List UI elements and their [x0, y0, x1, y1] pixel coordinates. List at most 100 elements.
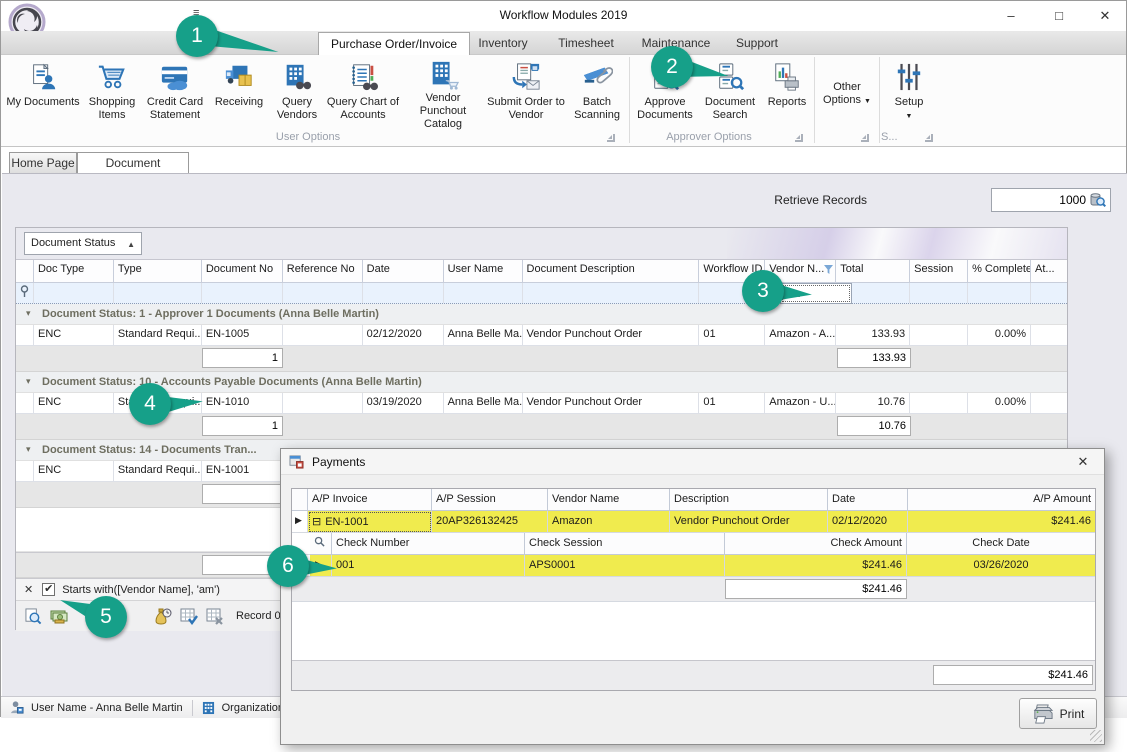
invoice-row-en-1001[interactable]: ▶ ⊟EN-1001 20AP326132425 Amazon Vendor P… — [292, 511, 1095, 533]
receiving-button[interactable]: Receiving — [209, 57, 269, 129]
group-total-box: 10.76 — [837, 416, 911, 436]
checks-header-row: Check Number Check Session Check Amount … — [292, 533, 1095, 555]
credit-card-statement-button[interactable]: Credit Card Statement — [141, 57, 209, 129]
col-vendor-name[interactable]: Vendor Name — [548, 489, 670, 511]
dialog-launcher-icon[interactable] — [861, 134, 869, 142]
col-doc-type[interactable]: Doc Type — [34, 260, 114, 283]
grid-check-icon[interactable] — [178, 606, 200, 626]
retrieve-records-field — [991, 188, 1111, 212]
credit-card-icon — [159, 60, 191, 94]
tab-inventory[interactable]: Inventory — [471, 32, 535, 55]
grid-x-icon[interactable] — [204, 606, 226, 626]
group-footer-status-1: 1 133.93 — [16, 346, 1067, 372]
retrieve-records-label: Retrieve Records — [774, 193, 867, 207]
filter-enabled-checkbox[interactable]: ✔ — [42, 583, 55, 596]
expand-box-icon: ⊟ — [312, 516, 321, 528]
group-count-box: 1 — [202, 348, 283, 368]
callout-3: 3 — [742, 270, 784, 312]
maximize-button[interactable]: □ — [1044, 5, 1074, 27]
col-date[interactable]: Date — [363, 260, 444, 283]
moneybag-clock-icon[interactable] — [152, 606, 174, 626]
group-row-status-1[interactable]: ▾Document Status: 1 - Approver 1 Documen… — [16, 304, 1067, 325]
col-date[interactable]: Date — [828, 489, 908, 511]
tab-support[interactable]: Support — [729, 32, 785, 55]
col-ap-session[interactable]: A/P Session — [432, 489, 548, 511]
setup-button[interactable]: Setup▼ — [882, 57, 936, 129]
col-percent-completed[interactable]: % Completed — [968, 260, 1031, 283]
collapse-icon: ▾ — [26, 376, 31, 387]
col-ap-invoice[interactable]: A/P Invoice — [308, 489, 432, 511]
callout-6: 6 — [267, 545, 309, 587]
callout-2: 2 — [651, 46, 693, 88]
callout-1-number: 1 — [176, 15, 218, 57]
col-at[interactable]: At... — [1031, 260, 1067, 283]
submit-order-to-vendor-button[interactable]: Submit Order to Vendor — [485, 57, 567, 129]
col-check-amount[interactable]: Check Amount — [725, 533, 907, 555]
detail-search-icon[interactable] — [310, 533, 332, 555]
batch-scanning-button[interactable]: Batch Scanning — [567, 57, 627, 129]
sort-asc-icon: ▲ — [127, 234, 135, 255]
retrieve-records-input[interactable] — [994, 191, 1086, 209]
grid-header-row: Doc Type Type Document No Reference No D… — [16, 260, 1067, 283]
retrieve-search-icon[interactable] — [1088, 191, 1108, 209]
dialog-launcher-icon[interactable] — [795, 134, 803, 142]
dropdown-caret-icon: ▼ — [864, 98, 871, 105]
callout-4: 4 — [129, 383, 171, 425]
data-row-en-1005[interactable]: ENC Standard Requi... EN-1005 02/12/2020… — [16, 325, 1067, 346]
group-by-document-status-button[interactable]: Document Status▲ — [24, 232, 142, 255]
query-vendors-button[interactable]: Query Vendors — [269, 57, 325, 129]
query-chart-of-accounts-button[interactable]: Query Chart of Accounts — [325, 57, 401, 129]
tab-purchase-order-invoice[interactable]: Purchase Order/Invoice — [318, 32, 470, 55]
screenshot-stage: ≡ Workflow Modules 2019 – □ ✕ Purchase O… — [0, 0, 1127, 752]
col-reference-no[interactable]: Reference No — [283, 260, 363, 283]
clear-filter-icon[interactable]: ✕ — [24, 583, 33, 596]
building-cart-icon — [427, 60, 459, 90]
col-session[interactable]: Session — [910, 260, 968, 283]
col-description[interactable]: Description — [670, 489, 828, 511]
filter-expression: Starts with([Vendor Name], 'am') — [62, 584, 220, 596]
payments-grid-empty-area — [292, 602, 1095, 662]
close-button[interactable]: ✕ — [1090, 5, 1120, 27]
other-options-button[interactable]: Other Options ▼ — [817, 57, 877, 129]
tab-timesheet[interactable]: Timesheet — [553, 32, 619, 55]
group-approver-options: Approver Options — [625, 131, 793, 143]
col-check-date[interactable]: Check Date — [907, 533, 1095, 555]
dialog-launcher-icon[interactable] — [607, 134, 615, 142]
col-total[interactable]: Total — [836, 260, 910, 283]
vendor-punchout-catalog-button[interactable]: Vendor Punchout Catalog — [401, 57, 485, 129]
form-window-icon — [289, 455, 304, 469]
group-count-box — [202, 484, 283, 504]
col-user-name[interactable]: User Name — [444, 260, 523, 283]
zoom-icon[interactable] — [22, 606, 44, 626]
check-row-001[interactable]: ▶ 001 APS0001 $241.46 03/26/2020 — [292, 555, 1095, 577]
reports-button[interactable]: Reports — [762, 57, 812, 129]
col-document-no[interactable]: Document No — [202, 260, 283, 283]
col-ap-amount[interactable]: A/P Amount — [908, 489, 1095, 511]
callout-3-number: 3 — [742, 270, 784, 312]
checks-footer-row: $241.46 — [292, 577, 1095, 602]
my-documents-button[interactable]: My Documents — [3, 57, 83, 129]
ribbon: My Documents Shopping Items Credit Card … — [1, 55, 1126, 147]
col-check-session[interactable]: Check Session — [525, 533, 725, 555]
user-icon — [9, 700, 24, 715]
grand-total-box: $241.46 — [933, 665, 1093, 685]
dialog-launcher-icon[interactable] — [925, 134, 933, 142]
minimize-button[interactable]: – — [996, 5, 1026, 27]
tab-home-page[interactable]: Home Page — [9, 152, 77, 174]
group-row-status-10[interactable]: ▾Document Status: 10 - Accounts Payable … — [16, 372, 1067, 393]
tab-document-search[interactable]: Document Search✕ — [77, 152, 189, 174]
dialog-close-icon[interactable]: ✕ — [1072, 454, 1094, 472]
payments-dialog-titlebar[interactable]: Payments ✕ — [281, 449, 1104, 475]
callout-2-number: 2 — [651, 46, 693, 88]
ribbon-tab-strip: Purchase Order/Invoice Inventory Timeshe… — [1, 31, 1126, 55]
dropdown-caret-icon: ▼ — [906, 113, 913, 120]
status-separator — [192, 700, 193, 716]
col-document-description[interactable]: Document Description — [523, 260, 700, 283]
col-check-number[interactable]: Check Number — [332, 533, 525, 555]
callout-4-number: 4 — [129, 383, 171, 425]
print-button[interactable]: Print — [1019, 698, 1097, 729]
resize-grip[interactable] — [1090, 730, 1102, 742]
shopping-items-button[interactable]: Shopping Items — [83, 57, 141, 129]
col-type[interactable]: Type — [114, 260, 202, 283]
callout-5: 5 — [85, 596, 127, 638]
